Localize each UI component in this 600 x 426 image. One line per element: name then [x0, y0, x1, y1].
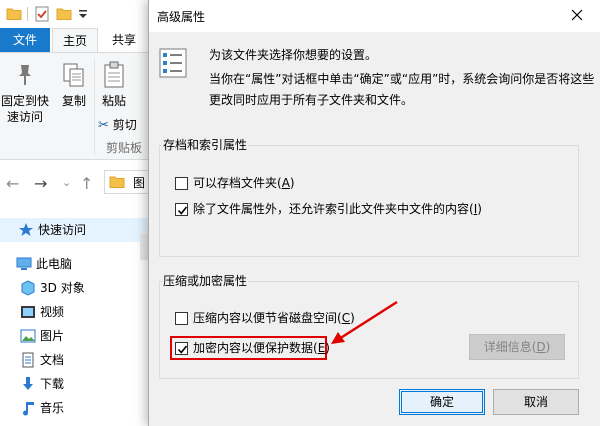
cut-label: 剪切 [112, 118, 137, 132]
red-arrow-annotation [331, 300, 398, 344]
ok-label: 确定 [429, 395, 454, 409]
tab-share[interactable]: 共享 [100, 28, 148, 52]
folder-icon [109, 176, 125, 188]
scrollbar-thumb[interactable] [140, 234, 148, 260]
cancel-button[interactable]: 取消 [493, 389, 579, 415]
address-crumb[interactable]: 图 [133, 174, 145, 191]
music-note-icon [23, 402, 34, 416]
nav-label: 音乐 [40, 401, 65, 415]
nav-item-videos[interactable]: 视频 [0, 300, 148, 324]
download-arrow-icon [23, 377, 33, 390]
clipboard-icon [104, 61, 124, 88]
ok-button[interactable]: 确定 [399, 389, 485, 415]
compress-encrypt-group-title: 压缩或加密属性 [162, 273, 249, 289]
cut-button[interactable]: ✂ 剪切 [98, 117, 148, 134]
dialog-titlebar[interactable]: 高级属性 [149, 0, 600, 32]
encrypt-checkbox[interactable] [175, 342, 188, 355]
paste-button[interactable]: 粘贴 [96, 61, 132, 109]
properties-check-icon[interactable] [34, 6, 50, 22]
copy-button[interactable]: 复制 [56, 61, 92, 109]
nav-label: 文档 [40, 353, 65, 367]
picture-icon [20, 329, 36, 343]
navigation-pane: 快速访问 此电脑 3D 对象 视频 图片 文档 下载 音乐 [0, 206, 148, 426]
copy-label: 复制 [61, 94, 86, 108]
star-icon [19, 223, 33, 236]
chevron-down-icon[interactable] [78, 6, 88, 22]
ribbon-home: 固定到快速访问 复制 粘贴 ✂ 剪切 剪贴板 [0, 52, 148, 160]
recent-chevron-icon[interactable]: ⌄ [62, 176, 71, 189]
details-button[interactable]: 详细信息(D) [469, 334, 565, 360]
forward-arrow-icon[interactable]: → [34, 174, 47, 193]
dialog-apply-note: 当你在“属性”对话框中单击“确定”或“应用”时，系统会询问你是否将这些更改同时应… [209, 72, 595, 107]
nav-item-documents[interactable]: 文档 [0, 348, 148, 372]
computer-icon [16, 257, 32, 270]
nav-item-3d-objects[interactable]: 3D 对象 [0, 276, 148, 300]
close-icon [571, 9, 583, 21]
checkmark-icon [177, 345, 188, 354]
index-label: 除了文件属性外，还允许索引此文件夹中文件的内容(I) [193, 202, 482, 216]
nav-item-downloads[interactable]: 下载 [0, 372, 148, 396]
archive-checkbox[interactable] [175, 177, 188, 190]
nav-label: 下载 [40, 377, 65, 391]
folder-icon[interactable] [6, 6, 22, 22]
navigation-bar: ← → ⌄ ↑ 图 [0, 160, 148, 206]
paste-label: 粘贴 [101, 94, 126, 108]
encrypt-label: 加密内容以便保护数据(E) [193, 341, 330, 355]
pin-label: 固定到快速访问 [0, 94, 49, 124]
pin-to-quick-access-button[interactable]: 固定到快速访问 [0, 61, 50, 125]
nav-label: 此电脑 [36, 257, 73, 271]
copy-icon [63, 63, 84, 87]
checkmark-icon [177, 206, 188, 215]
nav-item-this-pc[interactable]: 此电脑 [0, 252, 148, 276]
up-arrow-icon[interactable]: ↑ [80, 174, 93, 193]
index-checkbox[interactable] [175, 203, 188, 216]
clipboard-group-label: 剪贴板 [105, 141, 142, 155]
dialog-title: 高级属性 [157, 10, 206, 24]
nav-label: 快速访问 [38, 223, 87, 237]
quick-access-toolbar [0, 0, 150, 28]
dialog-description: 为该文件夹选择你想要的设置。 [209, 48, 378, 62]
pin-icon [19, 65, 31, 85]
advanced-attributes-dialog: 高级属性 为该文件夹选择你想要的设置。 当你在“属性”对话框中单击“确定”或“应… [148, 0, 600, 426]
tab-file[interactable]: 文件 [0, 28, 50, 52]
close-button[interactable] [554, 0, 600, 30]
cube-icon [21, 280, 35, 296]
nav-label: 图片 [40, 329, 65, 343]
compress-checkbox[interactable] [175, 312, 188, 325]
toolbar-separator [27, 7, 28, 21]
nav-item-music[interactable]: 音乐 [0, 396, 148, 420]
new-folder-icon[interactable] [56, 6, 72, 22]
address-bar[interactable]: 图 [104, 170, 148, 194]
video-icon [21, 306, 35, 318]
back-arrow-icon[interactable]: ← [6, 174, 19, 193]
scissors-icon: ✂ [98, 118, 109, 133]
nav-item-quick-access[interactable]: 快速访问 [0, 218, 148, 242]
tab-home[interactable]: 主页 [52, 28, 98, 52]
ribbon-tabs: 文件 主页 共享 [0, 28, 148, 52]
archive-index-group-title: 存档和索引属性 [162, 137, 249, 153]
attributes-list-icon [159, 48, 187, 78]
nav-label: 3D 对象 [40, 281, 85, 295]
ribbon-group-separator [94, 59, 95, 155]
nav-item-pictures[interactable]: 图片 [0, 324, 148, 348]
archive-label: 可以存档文件夹(A) [193, 176, 295, 190]
document-icon [22, 352, 34, 368]
nav-label: 视频 [40, 305, 65, 319]
